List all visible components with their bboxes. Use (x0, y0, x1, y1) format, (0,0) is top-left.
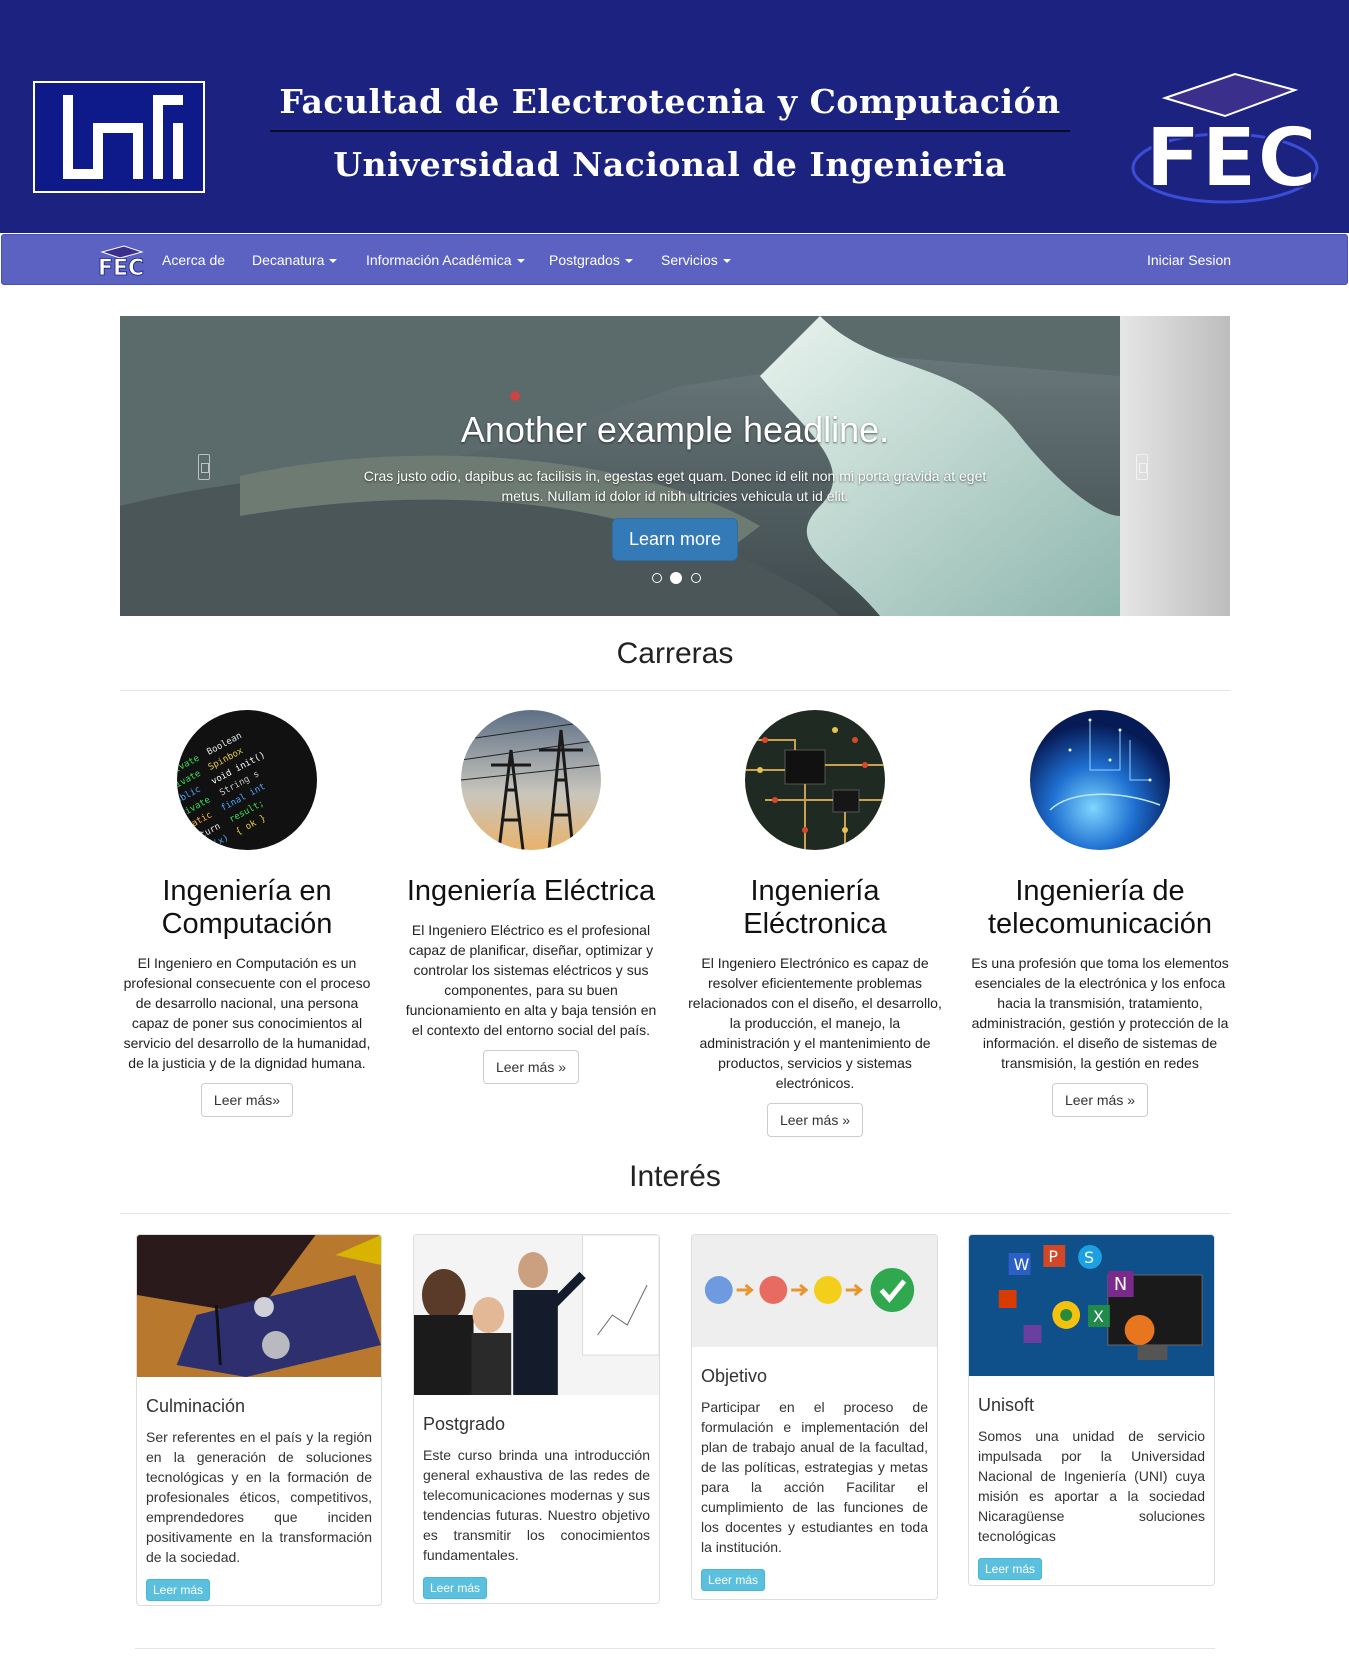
interes-divider (120, 1213, 1230, 1214)
fec-brand-icon[interactable]: FEC (96, 244, 148, 278)
card-objetivo: Objetivo Participar en el proceso de for… (691, 1234, 938, 1600)
caret-down-icon (624, 259, 633, 264)
banner-titles: Facultad de Electrotecnia y Computación … (270, 78, 1070, 188)
career-description: El Ingeniero Eléctrico es el profesional… (405, 922, 657, 1038)
card-culminacion: Culminación Ser referentes en el país y … (136, 1234, 382, 1606)
card-postgrado: Postgrado Este curso brinda una introduc… (413, 1234, 660, 1604)
learn-more-button[interactable]: Learn more (611, 518, 739, 561)
code-screen-image: privateBoolean privateSpinbox publicvoid… (163, 710, 317, 857)
header-banner: Facultad de Electrotecnia y Computación … (0, 0, 1349, 233)
card-description: Participar en el proceso de formulación … (701, 1399, 928, 1555)
career-title: Ingeniería Eléctronica (743, 875, 887, 940)
carreras-heading: Carreras (616, 637, 734, 670)
career-title: Ingeniería en Computación (161, 875, 333, 940)
carousel-indicator-1[interactable] (652, 572, 662, 583)
card-description: Este curso brinda una introducción gener… (423, 1447, 650, 1563)
uni-logo[interactable] (33, 81, 205, 193)
career-computacion: private Boolean private Spinbox public void… (117, 710, 377, 1117)
read-more-button[interactable]: Leer más » (1051, 1083, 1149, 1117)
svg-text:S: S (1084, 1248, 1094, 1267)
career-electronica: Ingeniería Eléctronica El Ingeniero Elec… (685, 710, 945, 1137)
card-title: Unisoft (978, 1395, 1035, 1415)
nav-acerca-de[interactable]: Acerca de (162, 235, 225, 286)
power-towers-image (460, 710, 602, 851)
read-more-button[interactable]: Leer más» (200, 1083, 294, 1117)
nav-decanatura[interactable]: Decanatura (252, 235, 338, 286)
university-title: Universidad Nacional de Ingenieria (333, 145, 1007, 184)
title-divider (270, 130, 1070, 132)
carousel-text: Cras justo odio, dapibus ac facilisis in… (363, 468, 987, 504)
graduation-cap-image (137, 1235, 381, 1377)
carreras-divider (120, 690, 1230, 691)
caret-down-icon (722, 259, 731, 264)
caret-down-icon (516, 259, 525, 264)
card-description: Ser referentes en el país y la región en… (146, 1429, 372, 1565)
carousel-indicator-2[interactable] (670, 571, 683, 584)
card-description: Somos una unidad de servicio impulsada p… (978, 1428, 1205, 1544)
carousel-indicator-3[interactable] (690, 572, 701, 583)
nav-login[interactable]: Iniciar Sesion (1147, 235, 1231, 286)
career-description: El Ingeniero Electrónico es capaz de res… (688, 955, 942, 1091)
svg-text:FEC: FEC (1145, 111, 1317, 206)
card-title: Objetivo (701, 1366, 768, 1386)
process-steps-image (692, 1235, 937, 1347)
chevron-right-icon[interactable] (1136, 454, 1148, 480)
svg-text:P: P (1048, 1247, 1058, 1266)
nav-postgrados[interactable]: Postgrados (549, 235, 633, 286)
read-more-button[interactable]: Leer más (978, 1558, 1043, 1580)
interes-heading: Interés (629, 1160, 721, 1193)
svg-text:FEC: FEC (98, 256, 144, 278)
chevron-left-icon[interactable] (198, 454, 210, 480)
card-unisoft: W P S N X Unisoft Somos una unidad de se… (968, 1234, 1215, 1586)
svg-text:W: W (1014, 1255, 1030, 1274)
read-more-button[interactable]: Leer más (701, 1569, 766, 1591)
career-title: Ingeniería Eléctrica (406, 875, 656, 907)
read-more-button[interactable]: Leer más » (482, 1050, 580, 1084)
circuit-board-image (745, 710, 885, 850)
svg-text:X: X (1093, 1307, 1104, 1326)
read-more-button[interactable]: Leer más (146, 1579, 211, 1601)
caret-down-icon (329, 259, 338, 264)
main-navbar: FEC Acerca de Decanatura Información Aca… (1, 234, 1348, 285)
hero-carousel: Another example headline. Cras justo odi… (120, 316, 1230, 616)
card-title: Postgrado (423, 1414, 506, 1434)
footer-divider (135, 1648, 1215, 1649)
carousel-indicators (650, 569, 703, 584)
career-description: Es una profesión que toma los elementos … (971, 955, 1229, 1071)
career-telecomunicacion: Ingeniería de telecomunicación Es una pr… (970, 710, 1230, 1117)
carousel-headline: Another example headline. (460, 409, 890, 450)
nav-informacion-academica[interactable]: Información Académica (366, 235, 525, 286)
read-more-button[interactable]: Leer más (423, 1577, 488, 1599)
read-more-button[interactable]: Leer más » (766, 1103, 864, 1137)
career-electrica: Ingeniería Eléctrica El Ingeniero Eléctr… (401, 710, 661, 1084)
card-title: Culminación (146, 1396, 246, 1416)
faculty-title: Facultad de Electrotecnia y Computación (279, 82, 1061, 121)
svg-text:N: N (1114, 1274, 1127, 1295)
career-description: El Ingeniero en Computación es un profes… (123, 955, 371, 1071)
fec-logo[interactable]: FEC (1125, 68, 1320, 208)
software-icons-image: W P S N X (969, 1235, 1214, 1376)
business-presentation-image (414, 1235, 659, 1395)
career-title: Ingeniería de telecomunicación (987, 875, 1213, 940)
network-globe-image (1030, 710, 1170, 850)
nav-servicios[interactable]: Servicios (661, 235, 731, 286)
carousel-caption: Another example headline. Cras justo odi… (350, 408, 1000, 561)
